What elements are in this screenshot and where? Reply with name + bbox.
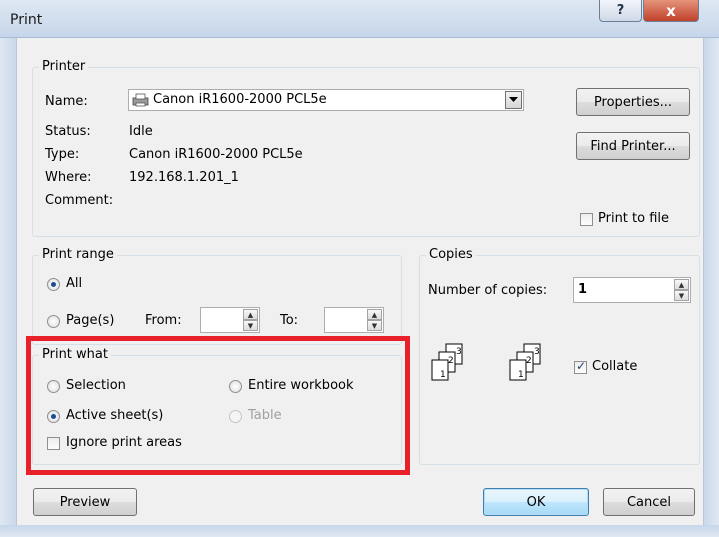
spin-up-icon[interactable]: ▲ — [674, 279, 689, 290]
printer-name-dropdown[interactable]: Canon iR1600-2000 PCL5e — [128, 89, 524, 111]
find-printer-button[interactable]: Find Printer... — [576, 132, 690, 160]
status-label: Status: — [45, 124, 91, 139]
where-value: 192.168.1.201_1 — [129, 170, 239, 185]
comment-label: Comment: — [45, 193, 114, 208]
print-range-pages-label: Page(s) — [66, 313, 115, 328]
printer-name-label: Name: — [45, 94, 88, 109]
chevron-down-icon — [509, 97, 518, 102]
number-of-copies-value: 1 — [578, 282, 588, 297]
spin-down-icon[interactable]: ▼ — [367, 320, 382, 331]
from-label: From: — [145, 313, 182, 328]
printer-icon — [132, 93, 149, 107]
print-range-group-label: Print range — [39, 247, 117, 262]
page-number-3: 3 — [456, 347, 462, 357]
collate-label: Collate — [592, 359, 638, 374]
print-to-file-checkbox[interactable] — [580, 213, 593, 226]
status-value: Idle — [129, 124, 153, 139]
to-page-spinner[interactable]: ▲ ▼ — [324, 307, 384, 333]
page-number-1: 1 — [518, 370, 524, 380]
from-page-spinner[interactable]: ▲ ▼ — [200, 307, 260, 333]
number-of-copies-label: Number of copies: — [428, 283, 548, 298]
type-label: Type: — [45, 147, 80, 162]
page-number-1: 1 — [440, 370, 446, 380]
window-frame-right — [704, 38, 719, 525]
title-bar[interactable]: Print ? x — [0, 0, 719, 38]
cancel-button[interactable]: Cancel — [603, 488, 695, 516]
spin-down-icon[interactable]: ▼ — [674, 290, 689, 301]
stacked-pages-icon: 3 2 1 — [431, 343, 463, 381]
page-number-3: 3 — [534, 347, 540, 357]
print-range-pages-radio[interactable] — [47, 315, 60, 328]
ok-button[interactable]: OK — [483, 488, 589, 516]
print-dialog: Print ? x Printer Name: Canon iR1600-200… — [0, 0, 719, 537]
to-label: To: — [280, 313, 299, 328]
collate-checkbox[interactable] — [574, 359, 587, 374]
preview-button[interactable]: Preview — [33, 488, 137, 516]
where-label: Where: — [45, 170, 92, 185]
properties-button[interactable]: Properties... — [576, 88, 690, 116]
print-to-file-label: Print to file — [598, 211, 670, 226]
print-range-all-radio[interactable] — [47, 278, 60, 291]
page-number-2: 2 — [448, 356, 454, 366]
help-icon: ? — [616, 3, 625, 18]
close-icon: x — [666, 1, 676, 20]
printer-name-value: Canon iR1600-2000 PCL5e — [153, 92, 327, 107]
highlight-box — [26, 336, 410, 475]
printer-group-label: Printer — [39, 59, 89, 74]
window-frame-bottom — [0, 525, 719, 537]
spin-up-icon[interactable]: ▲ — [243, 309, 258, 320]
spin-up-icon[interactable]: ▲ — [367, 309, 382, 320]
window-frame-left — [0, 38, 16, 525]
close-button[interactable]: x — [643, 0, 699, 22]
print-range-all-label: All — [66, 276, 83, 291]
stacked-pages-icon: 3 2 1 — [509, 343, 541, 381]
copies-group-label: Copies — [426, 247, 476, 262]
page-number-2: 2 — [526, 356, 532, 366]
number-of-copies-spinner[interactable]: 1 ▲ ▼ — [573, 277, 691, 303]
spin-down-icon[interactable]: ▼ — [243, 320, 258, 331]
help-button[interactable]: ? — [599, 0, 642, 22]
window-title: Print — [10, 12, 43, 28]
dropdown-arrow-button[interactable] — [505, 91, 522, 109]
type-value: Canon iR1600-2000 PCL5e — [129, 147, 303, 162]
